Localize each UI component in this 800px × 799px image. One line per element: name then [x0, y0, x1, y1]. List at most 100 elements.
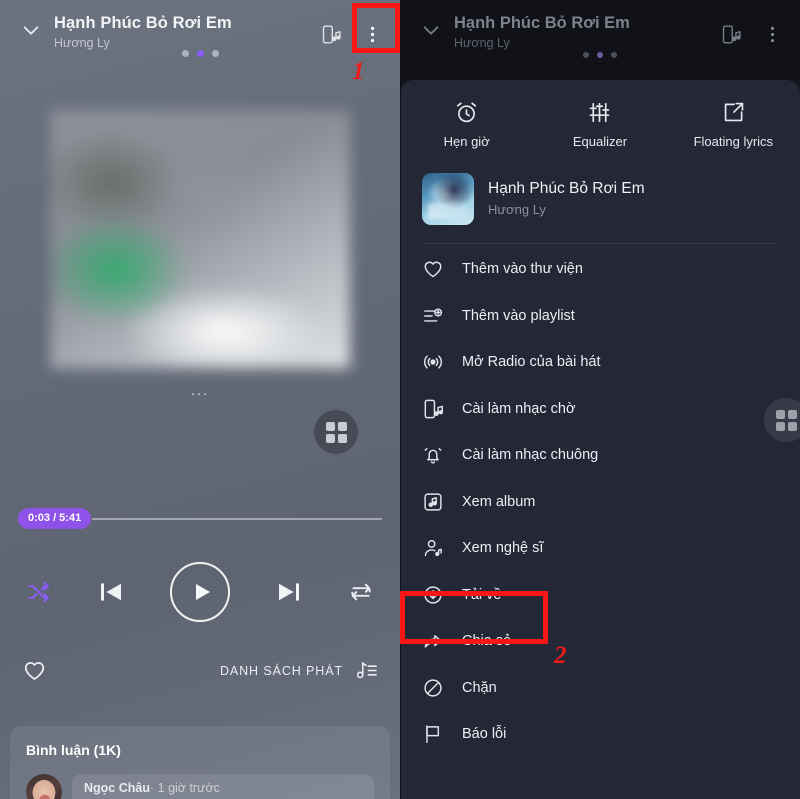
- menu-item-add-to-library[interactable]: Thêm vào thư viện: [400, 246, 800, 293]
- quick-actions-row: Hẹn giờ Equalizer Floating lyrics: [400, 100, 800, 149]
- queue-label: DANH SÁCH PHÁT: [219, 663, 343, 678]
- artist-person-icon: [424, 540, 442, 557]
- menu-item-label: Thêm vào playlist: [462, 307, 575, 324]
- album-thumbnail: [422, 173, 474, 225]
- menu-item-label: Xem album: [462, 493, 536, 510]
- external-link-icon: [724, 102, 744, 122]
- panel-divider: [400, 0, 401, 799]
- annotation-box-download: [400, 591, 548, 644]
- playlist-music-icon[interactable]: [355, 659, 378, 682]
- grid-icon[interactable]: [314, 410, 358, 454]
- seek-track[interactable]: [92, 517, 382, 520]
- quick-action-timer[interactable]: Hẹn giờ: [400, 100, 533, 149]
- phone-music-icon: [424, 399, 443, 419]
- page-dot: [611, 52, 617, 58]
- page-indicator-dots: [400, 52, 800, 58]
- annotation-box-overflow-menu: [352, 3, 400, 53]
- menu-item-label: Thêm vào thư viện: [462, 261, 583, 278]
- chevron-down-icon[interactable]: [408, 10, 454, 50]
- now-playing-titles: Hạnh Phúc Bỏ Rơi Em Hương Ly: [54, 10, 310, 52]
- page-dot-active: [597, 52, 603, 58]
- phone-music-icon[interactable]: [310, 14, 350, 54]
- menu-item-label: Xem nghệ sĩ: [462, 540, 544, 557]
- current-song-row[interactable]: Hạnh Phúc Bỏ Rơi Em Hương Ly: [400, 149, 800, 225]
- quick-action-label: Equalizer: [572, 134, 628, 149]
- menu-item-block[interactable]: Chặn: [400, 665, 800, 712]
- flag-icon: [426, 725, 440, 744]
- comments-section[interactable]: Bình luận (1K) Ngọc Châu· 1 giờ trước Ai…: [10, 726, 390, 799]
- menu-item-open-radio[interactable]: Mở Radio của bài hát: [400, 339, 800, 386]
- header-actions: [710, 10, 792, 54]
- now-playing-titles: Hạnh Phúc Bỏ Rơi Em Hương Ly: [454, 10, 710, 52]
- comment-separator: ·: [149, 781, 155, 795]
- song-title: Hạnh Phúc Bỏ Rơi Em: [454, 14, 630, 32]
- quick-action-label: Hẹn giờ: [443, 134, 490, 149]
- player-screen-right: Hạnh Phúc Bỏ Rơi Em Hương Ly Hẹn giờ Equ…: [400, 0, 800, 799]
- page-dot-active: [196, 50, 204, 57]
- player-screen-left: Hạnh Phúc Bỏ Rơi Em Hương Ly ... 0:03 / …: [0, 0, 400, 799]
- menu-item-label: Cài làm nhạc chờ: [462, 400, 576, 417]
- page-dot: [181, 50, 189, 57]
- comment-author: Ngọc Châu: [84, 781, 150, 795]
- album-note-icon: [424, 493, 442, 511]
- comment-meta: Ngọc Châu· 1 giờ trước: [84, 781, 362, 795]
- skip-next-icon[interactable]: [274, 577, 304, 607]
- song-title: Hạnh Phúc Bỏ Rơi Em: [54, 14, 232, 32]
- menu-item-view-album[interactable]: Xem album: [400, 479, 800, 526]
- song-options-bottom-sheet: Hẹn giờ Equalizer Floating lyrics Hạnh P…: [400, 80, 800, 799]
- page-indicator-dots: [0, 50, 400, 57]
- menu-item-view-artist[interactable]: Xem nghệ sĩ: [400, 525, 800, 572]
- player-bottom-bar: DANH SÁCH PHÁT: [0, 658, 400, 683]
- menu-item-set-ringtone[interactable]: Cài làm nhạc chuông: [400, 432, 800, 479]
- page-dot: [211, 50, 219, 57]
- phone-music-icon[interactable]: [710, 14, 750, 54]
- heart-outline-icon: [424, 261, 442, 278]
- comment-item[interactable]: Ngọc Châu· 1 giờ trước Ai cũng họ trừ tô…: [26, 774, 374, 799]
- menu-item-label: Chặn: [462, 679, 497, 696]
- chevron-down-icon[interactable]: [8, 10, 54, 50]
- menu-item-label: Mở Radio của bài hát: [462, 354, 601, 371]
- current-song-texts: Hạnh Phúc Bỏ Rơi Em Hương Ly: [488, 179, 645, 219]
- playlist-add-icon: [424, 308, 443, 322]
- bell-ring-icon: [424, 448, 442, 464]
- repeat-icon[interactable]: [348, 579, 374, 605]
- options-menu-list: Thêm vào thư viện Thêm vào playlist Mở R…: [400, 244, 800, 758]
- album-art-container[interactable]: ...: [50, 110, 358, 454]
- song-title: Hạnh Phúc Bỏ Rơi Em: [488, 180, 645, 197]
- page-dot: [583, 52, 589, 58]
- seek-bar[interactable]: 0:03 / 5:41: [0, 508, 400, 529]
- comment-time: 1 giờ trước: [157, 781, 220, 795]
- grid-icon[interactable]: [764, 398, 800, 442]
- comments-title: Bình luận (1K): [26, 742, 121, 758]
- play-icon[interactable]: [170, 562, 230, 622]
- quick-action-floating-lyrics[interactable]: Floating lyrics: [667, 100, 800, 149]
- player-header-dimmed: Hạnh Phúc Bỏ Rơi Em Hương Ly: [400, 0, 800, 80]
- menu-item-report-error[interactable]: Báo lỗi: [400, 711, 800, 758]
- shuffle-icon[interactable]: [26, 579, 52, 605]
- skip-previous-icon[interactable]: [96, 577, 126, 607]
- player-header: Hạnh Phúc Bỏ Rơi Em Hương Ly: [0, 0, 400, 72]
- three-dot-menu-icon[interactable]: [752, 14, 792, 54]
- comment-bubble: Ngọc Châu· 1 giờ trước Ai cũng họ trừ tô…: [72, 774, 374, 799]
- queue-area[interactable]: DANH SÁCH PHÁT: [220, 659, 378, 682]
- song-artist: Hương Ly: [454, 36, 510, 50]
- heart-outline-icon[interactable]: [22, 658, 47, 683]
- menu-item-label: Cài làm nhạc chuông: [462, 447, 599, 464]
- lyrics-ellipsis: ...: [190, 382, 210, 399]
- menu-item-label: Báo lỗi: [462, 726, 507, 743]
- time-label: 0:03 / 5:41: [18, 508, 92, 529]
- album-art-blurred: [50, 110, 350, 368]
- equalizer-icon: [590, 102, 610, 123]
- quick-action-equalizer[interactable]: Equalizer: [533, 100, 666, 149]
- alarm-clock-icon: [457, 102, 477, 123]
- playback-controls: [0, 562, 400, 622]
- block-circle-icon: [424, 679, 442, 697]
- avatar: [26, 774, 62, 799]
- song-artist: Hương Ly: [488, 202, 546, 217]
- radio-broadcast-icon: [423, 355, 443, 369]
- annotation-step-2: 2: [554, 642, 567, 669]
- menu-item-add-to-playlist[interactable]: Thêm vào playlist: [400, 293, 800, 340]
- menu-item-set-waiting-music[interactable]: Cài làm nhạc chờ: [400, 386, 800, 433]
- annotation-step-1: 1: [352, 58, 365, 85]
- quick-action-label: Floating lyrics: [693, 134, 774, 149]
